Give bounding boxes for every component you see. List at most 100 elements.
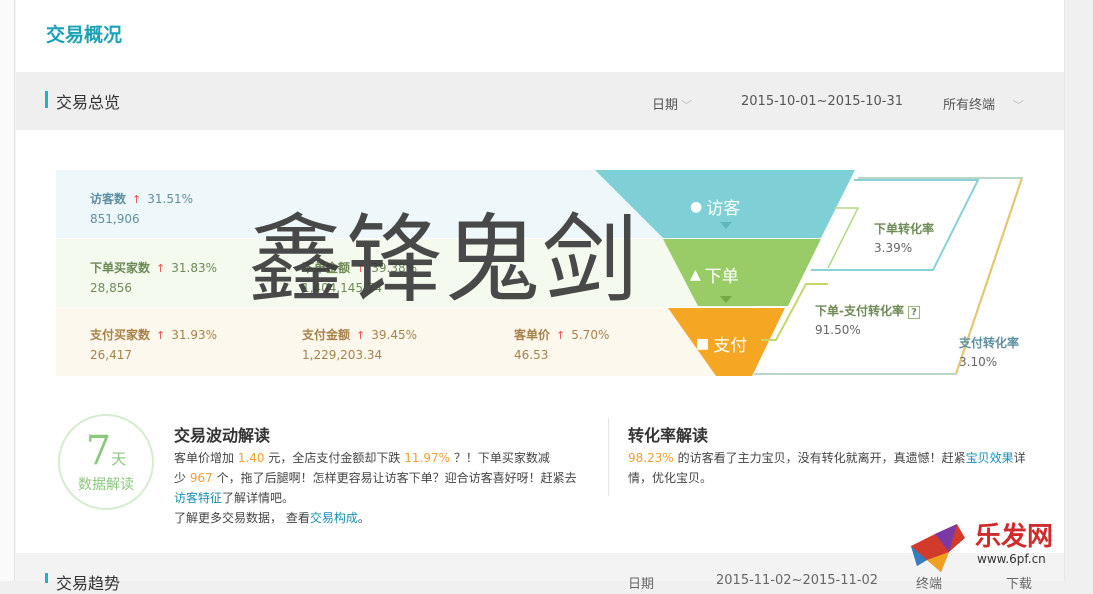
user-icon: ● bbox=[690, 198, 703, 215]
rate-name: 下单转化率 bbox=[874, 222, 935, 236]
funnel-label-visitors: ● 访客 bbox=[690, 194, 741, 220]
text: 了解更多交易数据， bbox=[174, 511, 283, 525]
rate-order-pay: 下单-支付转化率 ? 91.50% bbox=[815, 302, 920, 337]
rate-name-text: 下单-支付转化率 bbox=[815, 304, 904, 318]
conversion-text: 98.23% 的访客看了主力宝贝，没有转化就离开，真遗憾！赶紧宝贝效果详 情，优… bbox=[628, 448, 1048, 488]
page-title: 交易概况 bbox=[46, 24, 123, 46]
date-label: 日期 bbox=[652, 98, 679, 113]
date-range[interactable]: 2015-10-01~2015-10-31 bbox=[741, 94, 903, 109]
terminal-dropdown[interactable]: 所有终端 ﹀ bbox=[943, 94, 1024, 113]
metric-pay-buyers: 支付买家数 ↑ 31.93% 26,417 bbox=[90, 326, 217, 362]
divider bbox=[608, 418, 609, 496]
text: 详 bbox=[1013, 451, 1026, 465]
order-rate-inner bbox=[827, 207, 860, 269]
highlight-value: 967 bbox=[189, 471, 213, 485]
text: 的访客看了主力宝贝，没有转化就离开，真遗憾！赶紧 bbox=[677, 451, 966, 465]
rate-name: 下单-支付转化率 ? bbox=[815, 302, 920, 319]
metric-value: 26,417 bbox=[90, 348, 132, 362]
terminal-label: 所有终端 bbox=[943, 98, 996, 113]
metric-pct: 31.83% bbox=[171, 261, 217, 275]
text: 了解详情吧。 bbox=[222, 491, 295, 505]
conversion-line: 情，优化宝贝。 bbox=[628, 468, 1048, 488]
metric-value: 1,229,203.34 bbox=[302, 348, 383, 362]
metric-visitors: 访客数 ↑ 31.51% 851,906 bbox=[90, 190, 193, 226]
date-dropdown[interactable]: 日期 ﹀ bbox=[652, 94, 692, 113]
bull-logo-icon bbox=[911, 524, 965, 572]
metric-value: 851,906 bbox=[90, 212, 140, 226]
fluctuation-line: 客单价增加 1.40 元，全店支付金额却下跌 11.97% ？！下单买家数减 bbox=[174, 448, 594, 468]
metric-value: 28,856 bbox=[90, 281, 132, 295]
text: 元，全店支付金额却下跌 bbox=[268, 451, 401, 465]
wallet-icon: ■ bbox=[696, 335, 710, 352]
chevron-down-icon: ﹀ bbox=[681, 99, 693, 112]
badge-unit: 天 bbox=[111, 450, 127, 468]
page: 交易概况 交易总览 日期 ﹀ 2015-10-01~2015-10-31 所有终端… bbox=[0, 0, 1093, 593]
metric-order-buyers: 下单买家数 ↑ 31.83% 28,856 bbox=[90, 259, 217, 295]
arrow-up-icon: ↑ bbox=[356, 329, 366, 342]
badge-digit: 7 bbox=[85, 428, 112, 474]
metric-pct: 5.70% bbox=[571, 328, 610, 342]
metric-label: 下单买家数 bbox=[90, 261, 151, 275]
watermark: 鑫锋鬼剑 bbox=[248, 204, 640, 316]
help-icon[interactable]: ? bbox=[908, 306, 920, 319]
arrow-up-icon: ↑ bbox=[556, 329, 566, 342]
text: ？！下单买家数减 bbox=[453, 451, 550, 465]
fluctuation-line: 了解更多交易数据， 查看交易构成。 bbox=[174, 508, 594, 528]
funnel-pay-text: 支付 bbox=[713, 336, 748, 356]
metric-label: 访客数 bbox=[90, 192, 127, 206]
rate-pay: 支付转化率 3.10% bbox=[959, 334, 1019, 369]
funnel-label-pay: ■ 支付 bbox=[696, 331, 748, 357]
text: 客单价增加 bbox=[174, 451, 235, 465]
rate-name: 支付转化率 bbox=[959, 336, 1020, 350]
left-edge bbox=[0, 0, 15, 581]
seven-day-badge[interactable]: 7天 数据解读 bbox=[58, 414, 154, 510]
trend-date-dropdown[interactable]: 日期 bbox=[628, 573, 654, 592]
funnel-label-order: ▲ 下单 bbox=[690, 262, 739, 288]
conversion-line: 98.23% 的访客看了主力宝贝，没有转化就离开，真遗憾！赶紧宝贝效果详 bbox=[628, 448, 1048, 468]
visitor-feature-link[interactable]: 访客特征 bbox=[174, 491, 222, 505]
metric-pct: 39.45% bbox=[371, 328, 417, 342]
fluctuation-line: 少 967 个，拖了后腿啊！怎样更容易让访客下单？迎合访客喜好呀！赶紧去 bbox=[174, 468, 594, 488]
logo-url: www.6pf.cn bbox=[977, 552, 1046, 566]
text: 查看 bbox=[285, 511, 310, 525]
metric-unit-price: 客单价 ↑ 5.70% 46.53 bbox=[514, 326, 609, 362]
metric-label: 客单价 bbox=[514, 328, 551, 342]
hammer-icon: ▲ bbox=[690, 266, 701, 283]
text: 个，拖了后腿啊！怎样更容易让访客下单？迎合访客喜好呀！赶紧去 bbox=[216, 471, 577, 485]
metric-label: 支付买家数 bbox=[90, 328, 151, 342]
metric-pay-amount: 支付金额 ↑ 39.45% 1,229,203.34 bbox=[302, 326, 417, 362]
highlight-value: 98.23% bbox=[628, 451, 674, 465]
rate-value: 3.39% bbox=[874, 241, 913, 255]
chevron-down-icon: ﹀ bbox=[1013, 99, 1025, 112]
metric-pct: 31.93% bbox=[171, 328, 217, 342]
badge-number: 7天 bbox=[60, 428, 152, 474]
section-accent bbox=[45, 573, 48, 583]
text: 。 bbox=[357, 511, 370, 525]
rate-value: 3.10% bbox=[959, 355, 998, 369]
funnel-visitors-text: 访客 bbox=[706, 199, 741, 219]
metric-pct: 31.51% bbox=[147, 192, 193, 206]
fluctuation-title: 交易波动解读 bbox=[174, 426, 271, 445]
funnel-order-text: 下单 bbox=[704, 267, 739, 287]
site-logo: 乐发网 www.6pf.cn bbox=[905, 516, 1085, 576]
right-scrollbar[interactable] bbox=[1064, 0, 1093, 581]
overview-header: 交易总览 日期 ﹀ 2015-10-01~2015-10-31 所有终端 ﹀ bbox=[16, 72, 1064, 130]
section-title: 交易趋势 bbox=[56, 574, 121, 593]
highlight-value: 1.40 bbox=[237, 451, 265, 465]
conversion-title: 转化率解读 bbox=[628, 426, 709, 445]
arrow-up-icon: ↑ bbox=[132, 193, 142, 206]
content-card: 交易概况 交易总览 日期 ﹀ 2015-10-01~2015-10-31 所有终端… bbox=[16, 0, 1064, 593]
metric-label: 支付金额 bbox=[302, 328, 351, 342]
fluctuation-text: 客单价增加 1.40 元，全店支付金额却下跌 11.97% ？！下单买家数减 少… bbox=[174, 448, 594, 528]
section-accent bbox=[45, 91, 48, 108]
text: 少 bbox=[174, 471, 187, 485]
rate-order: 下单转化率 3.39% bbox=[874, 220, 934, 255]
arrow-up-icon: ↑ bbox=[156, 329, 166, 342]
arrow-up-icon: ↑ bbox=[156, 262, 166, 275]
section-title: 交易总览 bbox=[56, 93, 121, 112]
text: 情，优化宝贝。 bbox=[628, 471, 713, 485]
item-effect-link[interactable]: 宝贝效果 bbox=[966, 451, 1014, 465]
rate-value: 91.50% bbox=[815, 323, 861, 337]
trade-composition-link[interactable]: 交易构成 bbox=[310, 511, 358, 525]
logo-name: 乐发网 bbox=[975, 522, 1054, 552]
